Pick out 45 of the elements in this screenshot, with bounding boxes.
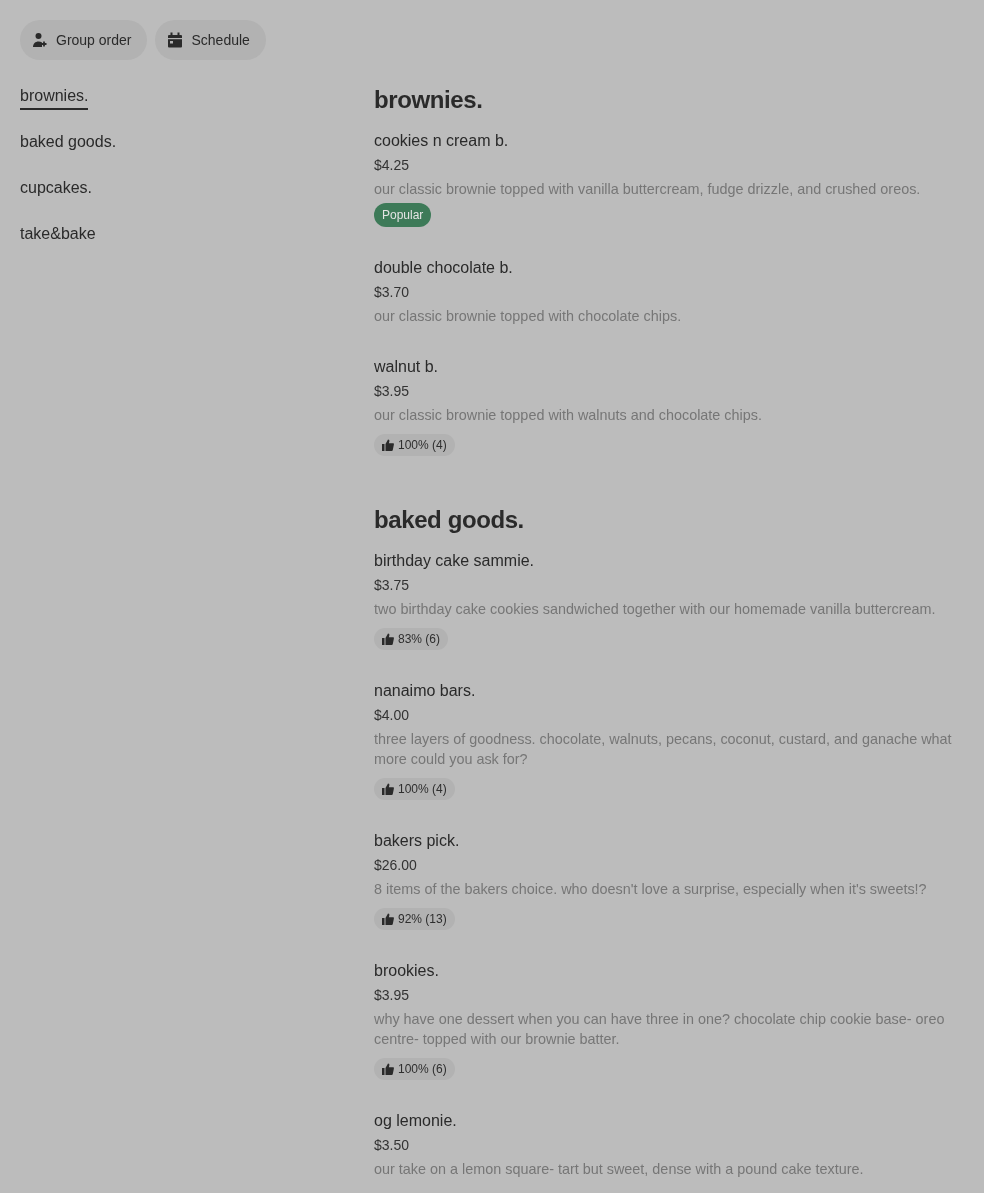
group-order-button[interactable]: Group order [20,20,148,60]
schedule-button[interactable]: Schedule [155,20,266,60]
calendar-icon [167,32,184,48]
item-description: our classic brownie topped with vanilla buttercream, fudge drizzle, and crushed oreos. [374,180,921,199]
item-name[interactable]: cookies n cream b. [374,131,509,151]
item-name[interactable]: bakers pick. [374,831,460,851]
item-price: $4.00 [374,706,410,725]
section-heading: baked goods. [374,505,525,535]
item-price: $3.95 [374,986,410,1005]
item-price: $26.00 [374,856,417,875]
item-price: $3.75 [374,576,410,595]
rating-text: 100% (4) [398,438,447,452]
item-name[interactable]: og lemonie. [374,1111,457,1131]
rating-text: 100% (6) [398,1062,447,1076]
thumbs-up-icon [382,913,394,925]
rating-text: 92% (13) [398,912,447,926]
person-plus-icon [32,32,48,48]
item-price: $3.70 [374,283,410,302]
rating-text: 83% (6) [398,632,441,646]
item-price: $4.25 [374,156,410,175]
thumbs-up-icon [382,1063,394,1075]
thumbs-up-icon [382,783,394,795]
item-name[interactable]: brookies. [374,961,439,981]
item-description: our take on a lemon square- tart but sweet, dense with a pound cake texture. [374,1160,864,1179]
item-description: three layers of goodness. chocolate, walnuts, pecans, coconut, custard, and ganache what more could you ask for? [374,730,953,769]
item-description: two birthday cake cookies sandwiched together with our homemade vanilla buttercream. [374,600,936,619]
item-description: why have one dessert when you can have three in one? chocolate chip cookie base- oreo centre- topped with our brownie batter. [374,1010,946,1049]
section-heading: brownies. [374,85,484,115]
item-description: our classic brownie topped with chocolate chips. [374,307,682,326]
item-description: our classic brownie topped with walnuts and chocolate chips. [374,406,762,425]
item-price: $3.95 [374,382,410,401]
category-link[interactable]: take&bake [20,222,96,248]
popular-badge: Popular [374,203,432,227]
category-link[interactable]: brownies. [20,84,89,110]
category-link[interactable]: baked goods. [20,130,117,156]
thumbs-up-icon [382,439,394,451]
rating-text: 100% (4) [398,782,447,796]
item-price: $3.50 [374,1136,410,1155]
thumbs-up-icon [382,633,394,645]
item-name[interactable]: walnut b. [374,357,439,377]
item-description: 8 items of the bakers choice. who doesn't love a surprise, especially when it's sweets!? [374,880,927,899]
item-name[interactable]: double chocolate b. [374,258,513,278]
item-name[interactable]: nanaimo bars. [374,681,476,701]
item-name[interactable]: birthday cake sammie. [374,551,535,571]
category-link[interactable]: cupcakes. [20,176,93,202]
